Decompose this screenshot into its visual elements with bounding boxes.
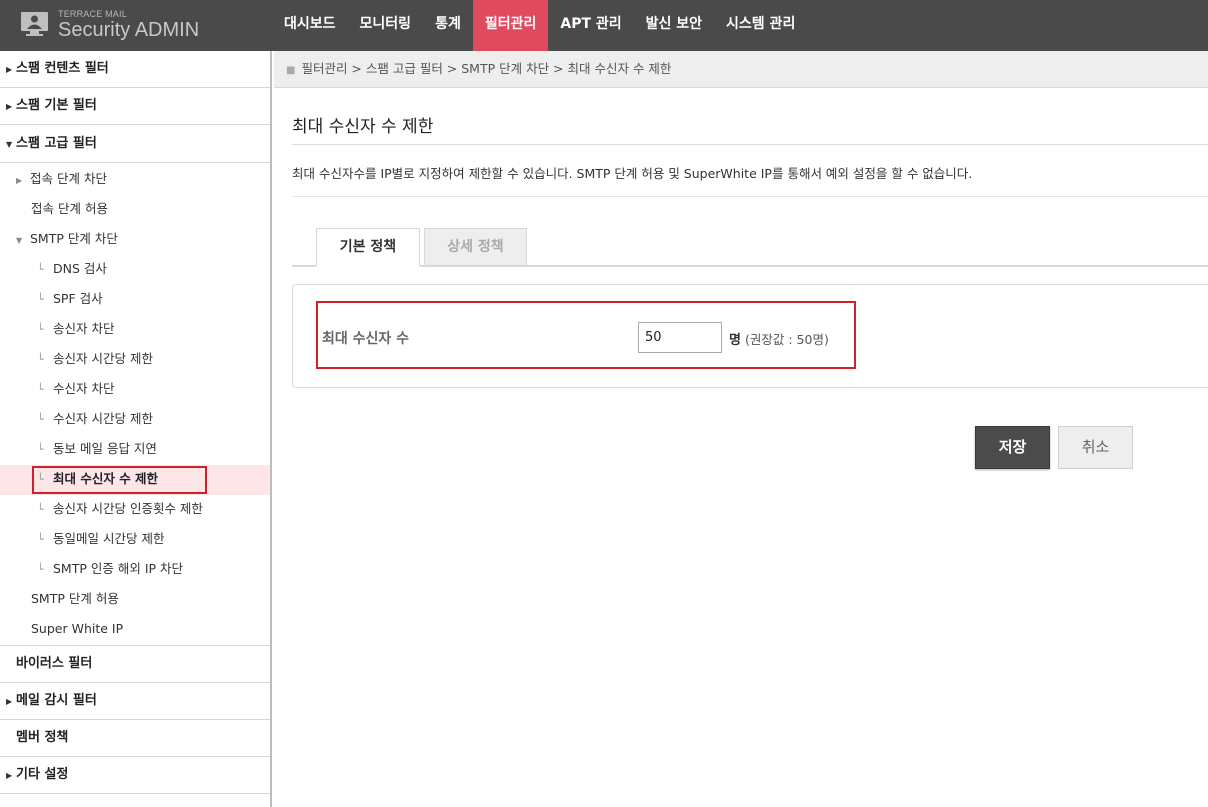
brand-title: Security ADMIN xyxy=(58,19,200,41)
sidebar-item-mail-audit-filter[interactable]: ▶ 메일 감시 필터 xyxy=(0,683,270,720)
sidebar-item-connection-block[interactable]: ▶ 접속 단계 차단 xyxy=(0,165,270,195)
brand-logo[interactable]: TERRACE MAIL Security ADMIN xyxy=(20,8,250,44)
triangle-down-icon: ▼ xyxy=(6,140,13,149)
sidebar-item-spam-content-filter[interactable]: ▶ 스팸 컨텐츠 필터 xyxy=(0,51,270,88)
corner-branch-icon: └ xyxy=(37,413,44,426)
sidebar-item-dns-check[interactable]: └ DNS 검사 xyxy=(0,255,270,285)
sidebar-item-label: 스팸 컨텐츠 필터 xyxy=(16,61,109,76)
sidebar-item-same-mail-hourly-limit[interactable]: └ 동일메일 시간당 제한 xyxy=(0,525,270,555)
sidebar-item-member-policy[interactable]: 멤버 정책 xyxy=(0,720,270,757)
top-navigation: 대시보드 모니터링 통계 필터관리 APT 관리 발신 보안 시스템 관리 xyxy=(272,0,807,51)
sidebar-item-label: 멤버 정책 xyxy=(16,730,69,745)
recommended-value-hint: (권장값 : 50명) xyxy=(745,332,829,347)
tab-basic-policy[interactable]: 기본 정책 xyxy=(316,228,420,267)
breadcrumb-text: 필터관리 > 스팸 고급 필터 > SMTP 단계 차단 > 최대 수신자 수 … xyxy=(301,61,672,76)
sidebar-item-label: 접속 단계 차단 xyxy=(30,171,107,186)
triangle-right-icon: ▶ xyxy=(6,771,13,780)
corner-branch-icon: └ xyxy=(37,443,44,456)
triangle-down-small-icon: ▼ xyxy=(16,236,23,245)
nav-filter-management[interactable]: 필터관리 xyxy=(472,0,549,51)
corner-branch-icon: └ xyxy=(37,263,44,276)
sidebar-item-connection-allow[interactable]: 접속 단계 허용 xyxy=(0,195,270,225)
description-divider xyxy=(292,196,1208,197)
sidebar-item-broadcast-reply-delay[interactable]: └ 동보 메일 응답 지연 xyxy=(0,435,270,465)
triangle-right-small-icon: ▶ xyxy=(16,176,23,185)
sidebar-item-sender-block[interactable]: └ 송신자 차단 xyxy=(0,315,270,345)
sidebar-item-label: 메일 감시 필터 xyxy=(16,693,97,708)
sidebar-item-label: 바이러스 필터 xyxy=(16,656,93,671)
monitor-user-icon xyxy=(21,12,48,36)
sidebar-item-label: 송신자 시간당 제한 xyxy=(53,351,153,366)
top-bar: TERRACE MAIL Security ADMIN 대시보드 모니터링 통계… xyxy=(0,0,1208,51)
corner-branch-icon: └ xyxy=(37,383,44,396)
sidebar-item-label: 동일메일 시간당 제한 xyxy=(53,531,165,546)
corner-branch-icon: └ xyxy=(37,293,44,306)
nav-monitoring[interactable]: 모니터링 xyxy=(348,0,424,51)
sidebar-item-spam-basic-filter[interactable]: ▶ 스팸 기본 필터 xyxy=(0,88,270,125)
sidebar-item-super-white-ip[interactable]: Super White IP xyxy=(0,615,270,646)
sidebar-item-recipient-hourly-limit[interactable]: └ 수신자 시간당 제한 xyxy=(0,405,270,435)
save-button[interactable]: 저장 xyxy=(975,426,1050,469)
corner-branch-icon: └ xyxy=(37,533,44,546)
triangle-right-icon: ▶ xyxy=(6,697,13,706)
corner-branch-icon: └ xyxy=(37,353,44,366)
sidebar-item-smtp-block[interactable]: ▼ SMTP 단계 차단 xyxy=(0,225,270,255)
sidebar-item-label: SMTP 단계 허용 xyxy=(31,591,119,606)
sidebar: ▶ 스팸 컨텐츠 필터 ▶ 스팸 기본 필터 ▼ 스팸 고급 필터 ▶ 접속 단계 차단… xyxy=(0,51,272,807)
sidebar-item-spf-check[interactable]: └ SPF 검사 xyxy=(0,285,270,315)
sidebar-item-label: Super White IP xyxy=(31,621,124,636)
nav-dashboard[interactable]: 대시보드 xyxy=(272,0,348,51)
sidebar-item-label: 기타 설정 xyxy=(16,767,69,782)
sidebar-item-recipient-block[interactable]: └ 수신자 차단 xyxy=(0,375,270,405)
sidebar-item-spam-advanced-filter[interactable]: ▼ 스팸 고급 필터 xyxy=(0,125,270,163)
nav-outbound-security[interactable]: 발신 보안 xyxy=(634,0,714,51)
sidebar-item-label: SPF 검사 xyxy=(53,291,103,306)
triangle-right-icon: ▶ xyxy=(6,65,13,74)
sidebar-item-sender-hourly-limit[interactable]: └ 송신자 시간당 제한 xyxy=(0,345,270,375)
corner-branch-icon: └ xyxy=(37,503,44,516)
page-title: 최대 수신자 수 제한 xyxy=(292,117,434,137)
sidebar-item-virus-filter[interactable]: 바이러스 필터 xyxy=(0,646,270,683)
nav-apt-management[interactable]: APT 관리 xyxy=(548,0,633,51)
corner-branch-icon: └ xyxy=(37,323,44,336)
sidebar-item-smtp-allow[interactable]: SMTP 단계 허용 xyxy=(0,585,270,615)
sidebar-item-label: 수신자 차단 xyxy=(53,381,115,396)
sidebar-item-label: 스팸 고급 필터 xyxy=(16,136,97,151)
sidebar-item-label: 송신자 차단 xyxy=(53,321,115,336)
sidebar-item-label: 송신자 시간당 인증횟수 제한 xyxy=(53,501,203,516)
breadcrumb: ■ 필터관리 > 스팸 고급 필터 > SMTP 단계 차단 > 최대 수신자 수… xyxy=(274,51,1208,88)
sidebar-item-label: 스팸 기본 필터 xyxy=(16,98,97,113)
bullet-icon: ■ xyxy=(286,65,296,76)
selection-highlight-box xyxy=(32,466,207,494)
sidebar-item-max-recipients-limit[interactable]: └ 최대 수신자 수 제한 xyxy=(0,465,270,495)
sidebar-item-label: 동보 메일 응답 지연 xyxy=(53,441,157,456)
max-recipients-input[interactable] xyxy=(638,322,722,353)
sidebar-item-label: 수신자 시간당 제한 xyxy=(53,411,153,426)
nav-system-management[interactable]: 시스템 관리 xyxy=(714,0,807,51)
brand-small-text: TERRACE MAIL xyxy=(58,9,127,19)
max-recipients-label: 최대 수신자 수 xyxy=(322,331,410,347)
sidebar-item-label: 접속 단계 허용 xyxy=(31,201,108,216)
corner-branch-icon: └ xyxy=(37,563,44,576)
title-divider xyxy=(292,144,1208,145)
sidebar-item-label: SMTP 인증 해외 IP 차단 xyxy=(53,561,184,576)
page-description: 최대 수신자수를 IP별로 지정하여 제한할 수 있습니다. SMTP 단계 허… xyxy=(292,166,973,181)
tab-detailed-policy[interactable]: 상세 정책 xyxy=(424,228,527,266)
sidebar-item-smtp-auth-foreign-ip-block[interactable]: └ SMTP 인증 해외 IP 차단 xyxy=(0,555,270,585)
field-unit: 명 xyxy=(729,333,741,348)
nav-statistics[interactable]: 통계 xyxy=(423,0,473,51)
sidebar-item-label: SMTP 단계 차단 xyxy=(30,231,118,246)
sidebar-item-other-settings[interactable]: ▶ 기타 설정 xyxy=(0,757,270,794)
cancel-button[interactable]: 취소 xyxy=(1058,426,1133,469)
sidebar-item-sender-auth-hourly-limit[interactable]: └ 송신자 시간당 인증횟수 제한 xyxy=(0,495,270,525)
triangle-right-icon: ▶ xyxy=(6,102,13,111)
sidebar-item-label: DNS 검사 xyxy=(53,261,107,276)
